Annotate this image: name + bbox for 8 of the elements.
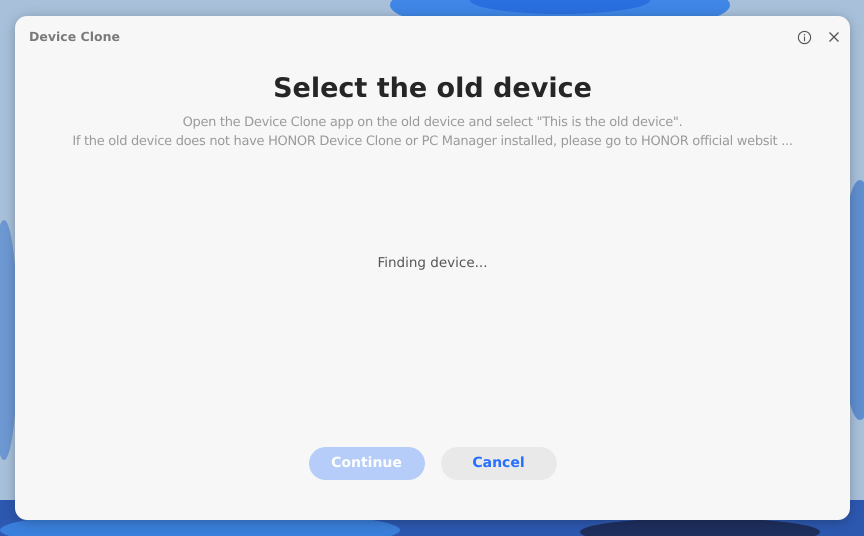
instruction-text: If the old device does not have HONOR Device Clone or PC Manager installed, please go to HONOR official websit ...: [72, 133, 793, 152]
close-icon[interactable]: [828, 31, 840, 44]
heading: Select the old device: [273, 72, 592, 106]
window-title: Device Clone: [29, 28, 120, 46]
cancel-button[interactable]: Cancel: [440, 447, 556, 480]
instruction-text: Open the Device Clone app on the old device and select "This is the old device".: [182, 114, 682, 132]
status-text: Finding device...: [377, 254, 488, 274]
info-icon[interactable]: [797, 30, 812, 45]
